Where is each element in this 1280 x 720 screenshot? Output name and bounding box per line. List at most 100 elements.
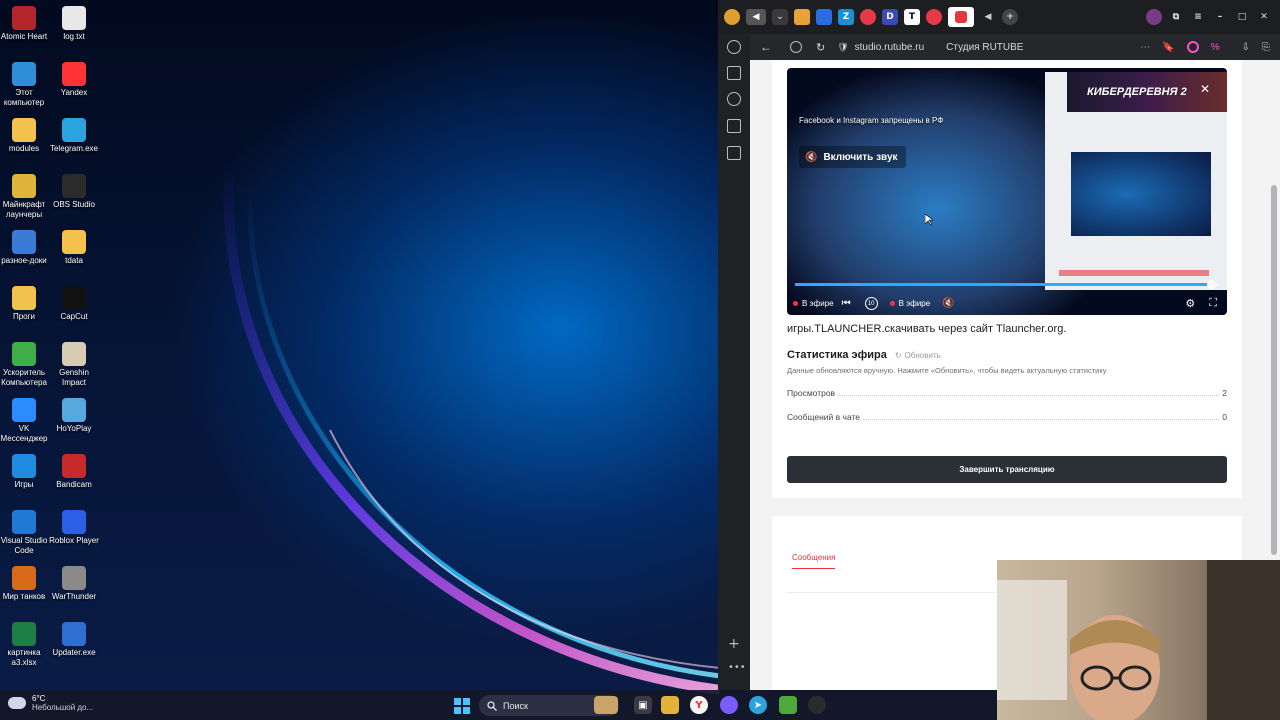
accelerator-icon bbox=[12, 342, 36, 366]
scrollbar-thumb[interactable] bbox=[1271, 185, 1277, 555]
unmute-button[interactable]: 🔇 Включить звук bbox=[799, 146, 906, 168]
url-text[interactable]: studio.rutube.ru bbox=[855, 42, 925, 53]
alice-button-icon[interactable] bbox=[1186, 41, 1199, 53]
desktop-icon[interactable]: Yandex bbox=[49, 62, 99, 98]
bookmark-icon[interactable]: 🔖 bbox=[1162, 42, 1174, 53]
desktop-icon[interactable]: Atomic Heart bbox=[0, 6, 49, 42]
extensions-icon[interactable]: ⎘ bbox=[1262, 42, 1270, 53]
progress-knob[interactable] bbox=[1206, 280, 1216, 289]
desktop-icon[interactable]: HoYoPlay bbox=[49, 398, 99, 434]
desktop-icon[interactable]: OBS Studio bbox=[49, 174, 99, 210]
task-view-icon[interactable]: ▣ bbox=[634, 696, 652, 714]
desktop-icon-label: Майнкрафт лаунчеры bbox=[2, 200, 46, 219]
desktop-icon[interactable]: Visual Studio Code bbox=[0, 510, 49, 556]
play-icon[interactable] bbox=[727, 92, 741, 106]
telegram-icon[interactable]: ➤ bbox=[749, 696, 767, 714]
taskbar-widget-icon[interactable] bbox=[594, 696, 618, 714]
desktop-icon[interactable]: Этот компьютер bbox=[0, 62, 49, 108]
tab-favicon[interactable]: Z bbox=[838, 9, 854, 25]
more-options-icon[interactable]: ⋯ bbox=[1140, 42, 1150, 53]
tabs-icon[interactable] bbox=[727, 66, 741, 80]
player-progress-bar[interactable] bbox=[795, 280, 1219, 289]
chevron-down-icon[interactable]: ⌄ bbox=[772, 9, 788, 25]
close-ad-icon[interactable]: ✕ bbox=[1200, 82, 1210, 96]
extension-avatar-icon[interactable] bbox=[1146, 9, 1162, 25]
live-indicator[interactable]: В эфире bbox=[889, 299, 930, 308]
tab-messages[interactable]: Сообщения bbox=[792, 553, 836, 569]
maximize-icon[interactable]: □ bbox=[1234, 9, 1250, 25]
desktop-icon[interactable]: Мир танков bbox=[0, 566, 49, 602]
tab-favicon[interactable]: D bbox=[882, 9, 898, 25]
preview-bar bbox=[1059, 270, 1209, 276]
add-panel-icon[interactable]: + bbox=[728, 636, 740, 652]
protect-icon[interactable] bbox=[790, 41, 802, 53]
audio-tab-icon[interactable]: ◀ bbox=[746, 9, 766, 25]
more-icon[interactable]: ••• bbox=[728, 662, 746, 673]
desktop-icon[interactable]: WarThunder bbox=[49, 566, 99, 602]
percent-icon[interactable]: % bbox=[1211, 42, 1220, 53]
desktop-icon[interactable]: tdata bbox=[49, 230, 99, 266]
progress-fill bbox=[795, 283, 1211, 286]
desktop-icon[interactable]: Updater.exe bbox=[49, 622, 99, 658]
alice-icon[interactable] bbox=[720, 696, 738, 714]
desktop-icon[interactable]: modules bbox=[0, 118, 49, 154]
desktop-icon[interactable]: Майнкрафт лаунчеры bbox=[0, 174, 49, 220]
tab-favicon[interactable]: T bbox=[904, 9, 920, 25]
stats-note: Данные обновляются вручную. Нажмите «Обн… bbox=[787, 366, 1107, 375]
bandicam-icon bbox=[62, 454, 86, 478]
tanks-icon bbox=[12, 566, 36, 590]
minecraft-icon[interactable] bbox=[779, 696, 797, 714]
finish-stream-button[interactable]: Завершить трансляцию bbox=[787, 456, 1227, 483]
page-title-in-address[interactable]: Студия RUTUBE bbox=[946, 42, 1023, 53]
history-icon[interactable] bbox=[727, 40, 741, 54]
rewind-10-icon[interactable]: 10 bbox=[864, 297, 878, 310]
minimize-icon[interactable]: – bbox=[1212, 9, 1228, 25]
desktop-icon[interactable]: разное-доки bbox=[0, 230, 49, 266]
desktop-icon[interactable]: VK Мессенджер bbox=[0, 398, 49, 444]
desktop-icon[interactable]: Проги bbox=[0, 286, 49, 322]
desktop-icon[interactable]: Bandicam bbox=[49, 454, 99, 490]
refresh-stats-button[interactable]: ↻ Обновить bbox=[895, 351, 941, 360]
desktop-icon[interactable]: log.txt bbox=[49, 6, 99, 42]
video-player[interactable]: КИБЕРДЕРЕВНЯ 2 ✕ Facebook и Instagram за… bbox=[787, 68, 1227, 315]
reload-icon[interactable]: ↻ bbox=[816, 41, 825, 54]
notes-icon[interactable] bbox=[727, 119, 741, 133]
address-bar: ← ↻ 🛡 studio.rutube.ru Студия RUTUBE ⋯ 🔖… bbox=[750, 34, 1280, 60]
settings-gear-icon[interactable]: ⚙ bbox=[1185, 297, 1195, 310]
yandex-browser-icon[interactable]: Y bbox=[690, 696, 708, 714]
desktop-icon[interactable]: Ускоритель Компьютера bbox=[0, 342, 49, 388]
tab-favicon[interactable] bbox=[816, 9, 832, 25]
updater-icon bbox=[62, 622, 86, 646]
collections-icon[interactable]: ⧉ bbox=[1168, 9, 1184, 25]
close-icon[interactable]: ✕ bbox=[1256, 9, 1272, 25]
desktop-icon[interactable]: картинка a3.xlsx bbox=[0, 622, 49, 668]
skip-icon[interactable]: ⏮ bbox=[842, 298, 851, 309]
tab-favicon[interactable] bbox=[794, 9, 810, 25]
profile-avatar-icon[interactable] bbox=[724, 9, 740, 25]
desktop-icon[interactable]: Genshin Impact bbox=[49, 342, 99, 388]
desktop-icon[interactable]: Roblox Player bbox=[49, 510, 99, 546]
games-icon bbox=[12, 454, 36, 478]
desktop-icon[interactable]: Игры bbox=[0, 454, 49, 490]
desktop-icon[interactable]: Telegram.exe bbox=[49, 118, 99, 154]
back-icon[interactable]: ← bbox=[760, 40, 772, 54]
desktop-icon[interactable]: CapCut bbox=[49, 286, 99, 322]
screenshot-icon[interactable] bbox=[727, 146, 741, 160]
active-tab-rutube[interactable] bbox=[948, 7, 974, 27]
speaker-icon[interactable]: ◀ bbox=[980, 9, 996, 25]
stat-row-views: Просмотров 2 bbox=[787, 386, 1227, 398]
new-tab-icon[interactable]: + bbox=[1002, 9, 1018, 25]
windows-start-icon[interactable] bbox=[454, 698, 470, 714]
fullscreen-icon[interactable]: ⛶ bbox=[1209, 297, 1217, 310]
obs-icon[interactable] bbox=[808, 696, 826, 714]
tab-favicon[interactable] bbox=[926, 9, 942, 25]
refresh-icon: ↻ bbox=[894, 350, 902, 360]
menu-icon[interactable]: ≡ bbox=[1190, 9, 1206, 25]
stat-label: Сообщений в чате bbox=[787, 412, 861, 422]
downloads-icon[interactable]: ⇩ bbox=[1242, 42, 1250, 53]
file-explorer-icon[interactable] bbox=[661, 696, 679, 714]
weather-widget[interactable]: 6°C Небольшой до... bbox=[8, 694, 93, 712]
tab-favicon[interactable] bbox=[860, 9, 876, 25]
telegram-icon bbox=[62, 118, 86, 142]
volume-muted-icon[interactable]: 🔇 bbox=[942, 298, 954, 309]
